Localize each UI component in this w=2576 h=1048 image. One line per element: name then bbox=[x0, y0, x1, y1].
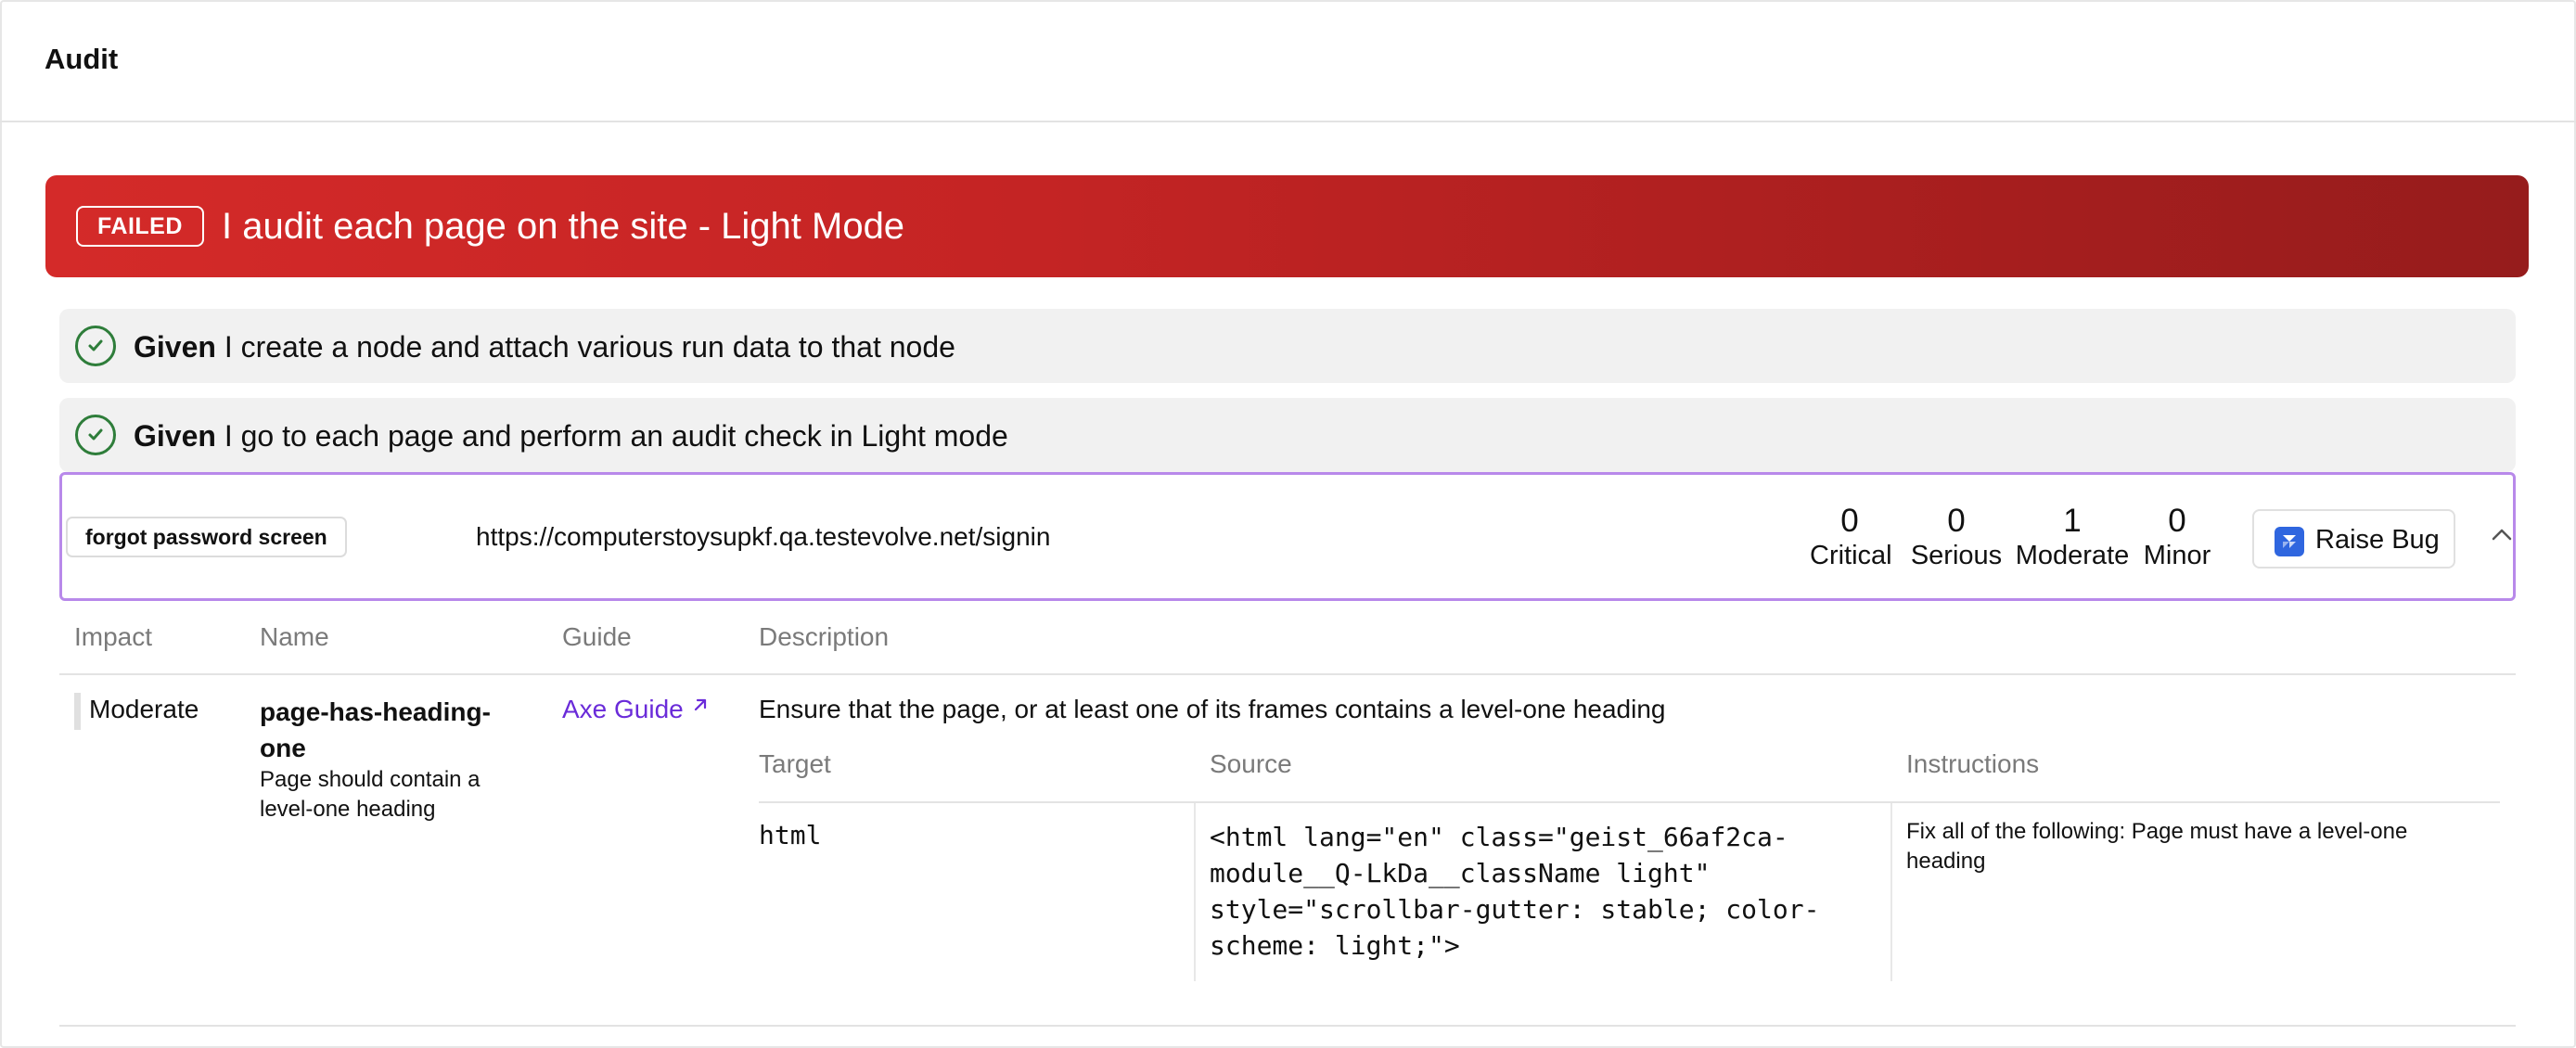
column-header-impact: Impact bbox=[74, 622, 153, 651]
node-target: html bbox=[759, 820, 822, 850]
page-tag: forgot password screen bbox=[66, 517, 347, 557]
axe-guide-label: Axe Guide bbox=[562, 695, 684, 723]
column-header-description: Description bbox=[759, 622, 890, 651]
minor-count-value: 0 bbox=[2168, 503, 2186, 539]
step-text: Given I create a node and attach various… bbox=[134, 329, 955, 364]
minor-count: 0 Minor bbox=[2140, 503, 2214, 571]
raise-bug-button[interactable]: Raise Bug bbox=[2252, 509, 2455, 569]
moderate-count: 1 Moderate bbox=[2014, 503, 2131, 571]
column-header-guide: Guide bbox=[562, 622, 632, 651]
chevron-up-icon[interactable] bbox=[2492, 528, 2512, 545]
step-text: Given I go to each page and perform an a… bbox=[134, 418, 1008, 454]
column-header-name: Name bbox=[260, 622, 329, 651]
nodes-table-divider bbox=[759, 801, 2500, 803]
rule-help: Page should contain a level-one heading bbox=[260, 767, 481, 822]
critical-count-label: Critical bbox=[1810, 541, 1892, 570]
node-source: <html lang="en" class="geist_66af2ca-mod… bbox=[1210, 822, 1820, 961]
column-header-instructions: Instructions bbox=[1906, 749, 2040, 778]
axe-guide-link[interactable]: Axe Guide bbox=[562, 694, 706, 725]
status-badge: FAILED bbox=[76, 206, 204, 247]
node-instructions: Fix all of the following: Page must have… bbox=[1906, 819, 2408, 874]
serious-count: 0 Serious bbox=[1908, 503, 2005, 571]
minor-count-label: Minor bbox=[2143, 541, 2211, 570]
column-header-source: Source bbox=[1210, 749, 1292, 778]
step-keyword: Given bbox=[134, 330, 216, 364]
critical-count: 0 Critical bbox=[1810, 503, 1892, 571]
external-link-icon bbox=[694, 698, 706, 711]
check-circle-icon bbox=[75, 415, 116, 455]
step-description: I create a node and attach various run d… bbox=[224, 330, 955, 364]
audit-header: Audit bbox=[0, 0, 2576, 122]
page-url[interactable]: https://computerstoysupkf.qa.testevolve.… bbox=[476, 521, 1050, 553]
scenario-banner[interactable]: FAILED I audit each page on the site - L… bbox=[45, 175, 2529, 277]
critical-count-value: 0 bbox=[1840, 503, 1859, 539]
rule-name: page-has-heading-one bbox=[260, 697, 491, 762]
step-row[interactable]: Given I go to each page and perform an a… bbox=[59, 398, 2516, 472]
table-bottom-divider bbox=[59, 1025, 2516, 1027]
step-row[interactable]: Given I create a node and attach various… bbox=[59, 309, 2516, 383]
step-keyword: Given bbox=[134, 419, 216, 453]
jira-icon bbox=[2275, 527, 2304, 556]
step-description: I go to each page and perform an audit c… bbox=[224, 419, 1008, 453]
page-result-row[interactable]: forgot password screen https://computers… bbox=[59, 472, 2516, 601]
serious-count-label: Serious bbox=[1910, 541, 2003, 570]
serious-count-value: 0 bbox=[1947, 503, 1966, 539]
scenario-title: I audit each page on the site - Light Mo… bbox=[222, 206, 905, 247]
moderate-count-label: Moderate bbox=[2015, 541, 2130, 570]
table-divider bbox=[59, 673, 2516, 675]
check-circle-icon bbox=[75, 326, 116, 366]
column-divider bbox=[1194, 803, 1196, 981]
moderate-count-value: 1 bbox=[2063, 503, 2082, 539]
raise-bug-label: Raise Bug bbox=[2315, 525, 2440, 555]
rule-description: Ensure that the page, or at least one of… bbox=[759, 695, 1666, 723]
impact-indicator bbox=[74, 693, 81, 730]
page-title: Audit bbox=[45, 43, 119, 75]
impact-value: Moderate bbox=[89, 695, 199, 723]
column-header-target: Target bbox=[759, 749, 831, 778]
